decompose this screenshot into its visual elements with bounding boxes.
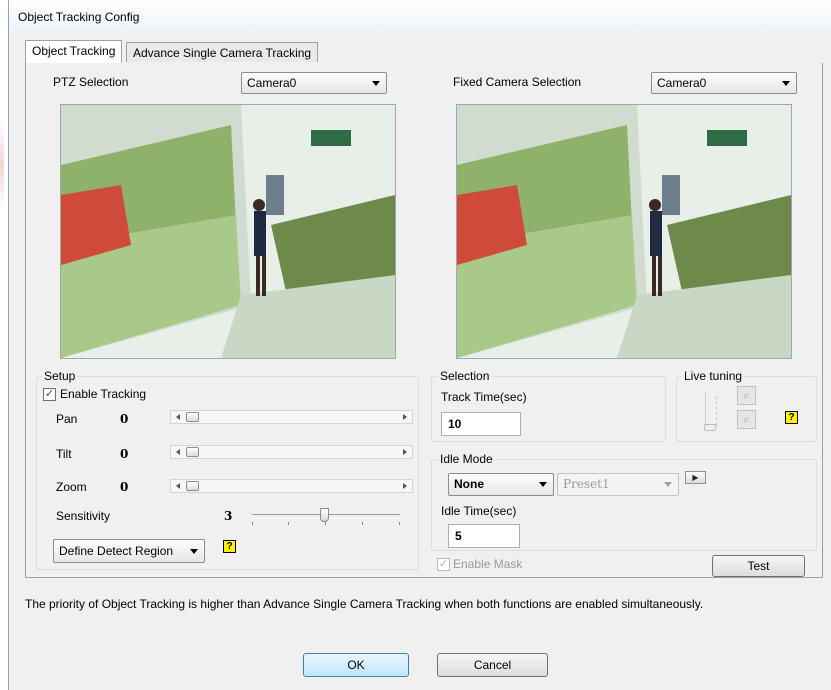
arrow-right-icon (403, 483, 407, 489)
preset-value: Preset1 (563, 477, 610, 491)
fixed-camera-value: Camera0 (657, 76, 707, 90)
chevron-down-icon (539, 482, 547, 487)
zoom-in-magnifier-icon[interactable]: ⌕ (737, 386, 756, 405)
play-icon[interactable]: ▶ (685, 471, 706, 484)
track-time-label: Track Time(sec) (441, 390, 527, 404)
live-tuning-title: Live tuning (682, 369, 745, 383)
idle-time-input[interactable]: 5 (448, 524, 520, 548)
fixed-camera-preview[interactable] (456, 104, 792, 359)
ptz-camera-value: Camera0 (247, 76, 297, 90)
sensitivity-value: 3 (224, 509, 233, 523)
fixed-camera-image (457, 105, 791, 358)
pan-slider[interactable] (170, 410, 413, 424)
tilt-label: Tilt (56, 447, 72, 461)
zoom-slider-thumb[interactable] (186, 481, 199, 491)
idle-mode-dropdown[interactable]: None (448, 473, 554, 496)
idle-mode-title: Idle Mode (438, 452, 495, 466)
enable-mask-checkbox[interactable]: ✓ (437, 558, 450, 571)
arrow-right-icon (403, 449, 407, 455)
background-edge (0, 120, 4, 210)
ptz-camera-image (61, 105, 395, 358)
enable-tracking-checkbox[interactable]: ✓ (43, 388, 56, 401)
pan-value: 0 (120, 412, 129, 426)
chevron-down-icon (372, 81, 380, 86)
tilt-value: 0 (120, 447, 129, 461)
arrow-left-icon (176, 483, 180, 489)
sensitivity-slider-thumb[interactable] (320, 508, 329, 522)
enable-tracking-label: Enable Tracking (60, 387, 147, 401)
priority-note: The priority of Object Tracking is highe… (25, 597, 704, 611)
selection-title: Selection (438, 369, 492, 383)
fixed-camera-selection-label: Fixed Camera Selection (453, 75, 582, 89)
pan-slider-thumb[interactable] (186, 412, 199, 422)
help-icon[interactable]: ? (223, 540, 236, 553)
zoom-label: Zoom (56, 480, 87, 494)
sensitivity-label: Sensitivity (56, 509, 111, 523)
zoom-slider[interactable] (170, 479, 413, 493)
tilt-slider-thumb[interactable] (186, 447, 199, 457)
help-icon[interactable]: ? (785, 411, 798, 424)
arrow-left-icon (176, 449, 180, 455)
idle-time-label: Idle Time(sec) (441, 504, 517, 518)
ptz-camera-preview[interactable] (60, 104, 396, 359)
idle-mode-value: None (454, 477, 484, 491)
test-button[interactable]: Test (712, 555, 805, 577)
define-detect-region-dropdown[interactable]: Define Detect Region (53, 539, 205, 563)
ok-button[interactable]: OK (303, 653, 409, 677)
arrow-left-icon (176, 414, 180, 420)
ptz-camera-dropdown[interactable]: Camera0 (241, 72, 387, 94)
ptz-selection-label: PTZ Selection (53, 75, 129, 89)
tilt-slider[interactable] (170, 445, 413, 459)
define-detect-region-value: Define Detect Region (59, 544, 174, 558)
live-tuning-slider[interactable] (704, 392, 716, 431)
setup-title: Setup (42, 369, 78, 383)
live-tuning-ticks (716, 396, 721, 426)
enable-mask-label: Enable Mask (453, 557, 523, 571)
fixed-camera-dropdown[interactable]: Camera0 (651, 72, 797, 94)
window-title: Object Tracking Config (18, 10, 140, 24)
tab-advance-single-camera-tracking[interactable]: Advance Single Camera Tracking (126, 42, 319, 62)
cancel-button[interactable]: Cancel (437, 653, 548, 677)
zoom-value: 0 (120, 480, 129, 494)
tab-object-tracking[interactable]: Object Tracking (25, 40, 123, 63)
sensitivity-ticks (252, 522, 400, 526)
arrow-right-icon (403, 414, 407, 420)
chevron-down-icon (190, 549, 198, 554)
track-time-input[interactable]: 10 (441, 412, 521, 436)
zoom-out-magnifier-icon[interactable]: ⌕ (737, 410, 756, 429)
pan-label: Pan (56, 412, 78, 426)
chevron-down-icon (664, 482, 672, 487)
preset-dropdown[interactable]: Preset1 (557, 473, 679, 496)
chevron-down-icon (782, 81, 790, 86)
